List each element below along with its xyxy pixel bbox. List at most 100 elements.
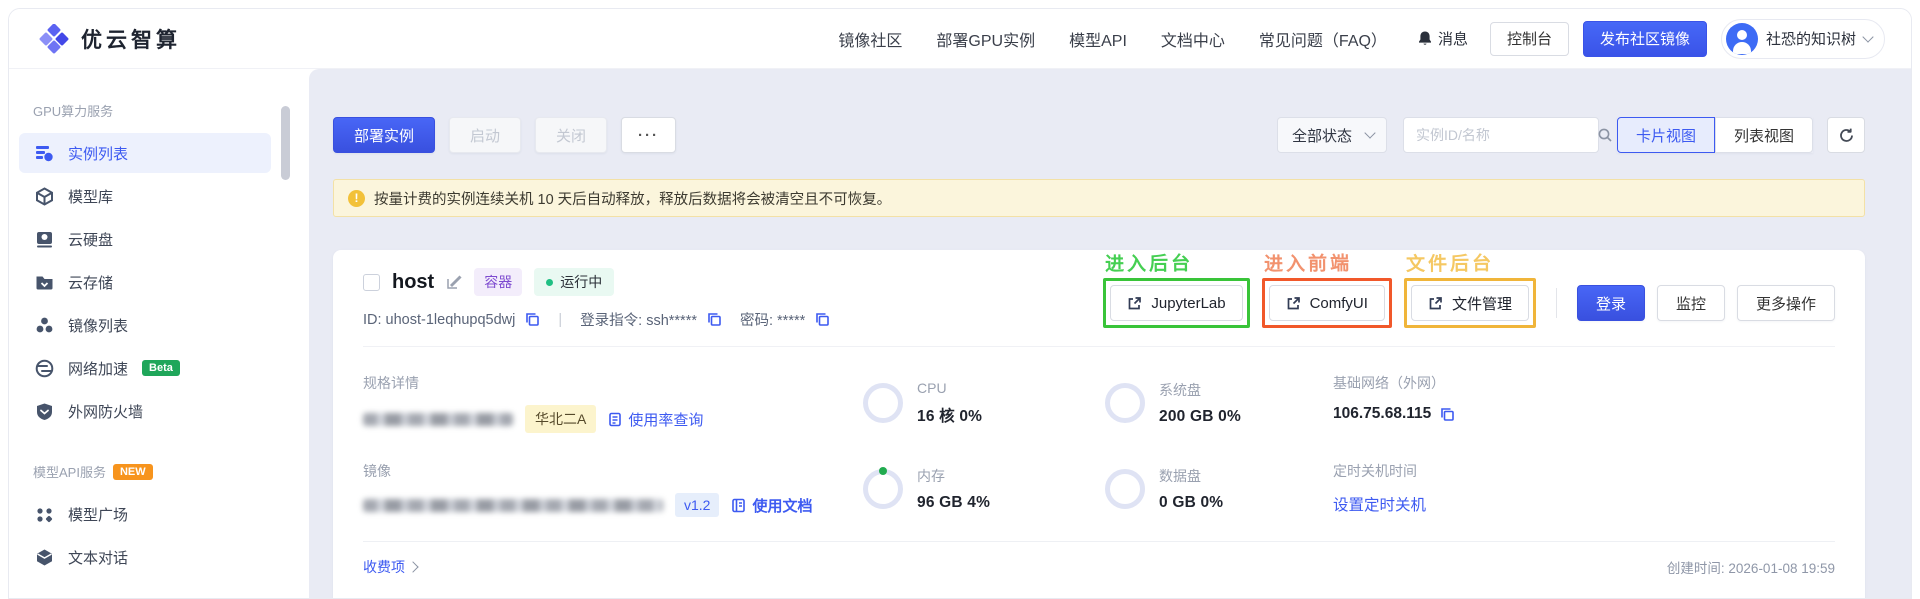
sidebar-item-label: 镜像列表 [68, 317, 129, 335]
file-manager-highlight-frame: 文件管理 [1403, 278, 1536, 328]
comfyui-highlight-frame: ComfyUI [1261, 278, 1392, 328]
nav-model-api[interactable]: 模型API [1069, 27, 1127, 51]
new-badge: NEW [112, 463, 153, 480]
messages-label: 消息 [1437, 31, 1468, 48]
set-shutdown-link[interactable]: 设置定时关机 [1333, 493, 1426, 515]
memory-usage-tick [879, 467, 887, 475]
fees-link[interactable]: 收费项 [363, 557, 419, 577]
chevron-right-icon [407, 561, 419, 573]
sidebar-item-instance-list[interactable]: 实例列表 [19, 133, 271, 173]
sidebar-item-model-plaza[interactable]: 模型广场 [19, 494, 271, 534]
login-button[interactable]: 登录 [1576, 285, 1645, 321]
status-filter-value: 全部状态 [1291, 127, 1352, 145]
file-manager-group: 文件后台 文件管理 [1403, 254, 1536, 328]
sidebar-item-image-list[interactable]: 镜像列表 [19, 305, 271, 345]
memory-metric: 内存 96 GB 4% [863, 461, 1105, 517]
sidebar-item-label: 云存储 [68, 274, 114, 292]
external-link-icon [1428, 296, 1443, 311]
cpu-usage-ring [863, 383, 903, 423]
messages-button[interactable]: 消息 [1417, 28, 1468, 49]
data-disk-ring [1105, 469, 1145, 509]
comfyui-group: 进入前端 ComfyUI [1261, 254, 1392, 328]
chevron-down-icon [1862, 30, 1874, 43]
created-time: 创建时间: 2026-01-08 19:59 [1666, 561, 1835, 576]
start-button[interactable]: 启动 [449, 117, 522, 153]
cpu-metric: CPU 16 核 0% [863, 373, 1105, 433]
sidebar-item-label: 外网防火墙 [68, 403, 144, 421]
copy-ip-icon[interactable] [1440, 407, 1455, 422]
memory-usage-ring [863, 467, 903, 509]
file-manager-button[interactable]: 文件管理 [1410, 285, 1529, 321]
more-operations-button[interactable]: 更多操作 [1736, 285, 1835, 321]
instance-name: host [392, 270, 435, 293]
nav-docs[interactable]: 文档中心 [1161, 27, 1225, 51]
username: 社恐的知识树 [1765, 31, 1856, 48]
usage-doc-link[interactable]: 使用文档 [731, 495, 812, 516]
instance-search [1402, 117, 1612, 153]
nav-faq[interactable]: 常见问题（FAQ） [1259, 27, 1387, 51]
nav-image-community[interactable]: 镜像社区 [838, 27, 902, 51]
sidebar-item-text-chat[interactable]: 文本对话 [19, 537, 271, 577]
sidebar-scrollbar-thumb[interactable] [281, 106, 290, 180]
brand-name: 优云智算 [81, 28, 181, 52]
status-filter-select[interactable]: 全部状态 [1276, 117, 1387, 153]
container-type-badge: 容器 [474, 268, 523, 296]
list-view-tab[interactable]: 列表视图 [1714, 117, 1813, 153]
system-disk-metric: 系统盘 200 GB 0% [1105, 373, 1333, 433]
copy-login-icon[interactable] [707, 312, 722, 327]
top-nav: 镜像社区 部署GPU实例 模型API 文档中心 常见问题（FAQ） [838, 27, 1387, 51]
sidebar: GPU算力服务 实例列表 模型库 云硬盘 云存储 镜像列表 网络加速 Beta … [9, 69, 309, 598]
more-actions-ellipsis-button[interactable]: ··· [621, 117, 677, 153]
network-acceleration-icon [35, 359, 54, 378]
edit-name-icon[interactable] [446, 274, 462, 290]
sidebar-item-label: 网络加速 [68, 360, 129, 378]
usage-query-link[interactable]: 使用率查询 [608, 409, 703, 430]
sidebar-item-network-acceleration[interactable]: 网络加速 Beta [19, 348, 271, 388]
text-chat-icon [35, 548, 54, 567]
scheduled-shutdown-cell: 定时关机时间 设置定时关机 [1333, 461, 1835, 517]
top-header: 优云智算 镜像社区 部署GPU实例 模型API 文档中心 常见问题（FAQ） 消… [9, 9, 1911, 69]
blurred-spec-text [363, 412, 513, 426]
instance-checkbox[interactable] [363, 273, 380, 291]
instance-toolbar: 部署实例 启动 关闭 ··· 全部状态 实例ID/名称 卡片视图 列表视图 [333, 117, 1865, 153]
deploy-instance-button[interactable]: 部署实例 [333, 117, 436, 153]
user-menu[interactable]: 社恐的知识树 [1720, 18, 1885, 59]
sidebar-item-firewall[interactable]: 外网防火墙 [19, 391, 271, 431]
nav-deploy-gpu[interactable]: 部署GPU实例 [936, 27, 1035, 51]
image-label: 镜像 [363, 463, 391, 479]
copy-password-icon[interactable] [815, 312, 830, 327]
annotation-enter-frontend: 进入前端 [1263, 253, 1352, 276]
version-badge: v1.2 [675, 493, 720, 517]
status-dot [546, 278, 554, 286]
status-badge: 运行中 [534, 268, 615, 296]
search-input[interactable] [1415, 127, 1597, 143]
avatar [1725, 22, 1758, 55]
brand-logo-icon [39, 23, 69, 54]
sidebar-item-cloud-disk[interactable]: 云硬盘 [19, 219, 271, 259]
model-plaza-icon [35, 505, 54, 524]
jupyterlab-button[interactable]: JupyterLab [1110, 285, 1243, 321]
annotation-file-backend: 文件后台 [1405, 253, 1495, 276]
card-footer: 收费项 创建时间: 2026-01-08 19:59 [363, 541, 1835, 597]
publish-image-button[interactable]: 发布社区镜像 [1582, 20, 1707, 57]
main-content: 部署实例 启动 关闭 ··· 全部状态 实例ID/名称 卡片视图 列表视图 ! … [309, 69, 1911, 598]
blurred-image-text [363, 498, 663, 512]
shutdown-label: 定时关机时间 [1333, 463, 1417, 479]
divider [1555, 288, 1557, 318]
stop-button[interactable]: 关闭 [535, 117, 608, 153]
copy-id-icon[interactable] [525, 312, 540, 327]
spec-cell: 规格详情 华北二A 使用率查询 [363, 373, 863, 433]
refresh-button[interactable] [1827, 117, 1865, 153]
model-library-icon [35, 186, 54, 206]
comfyui-button[interactable]: ComfyUI [1268, 285, 1385, 321]
sidebar-item-model-library[interactable]: 模型库 [19, 176, 271, 216]
external-link-icon [1127, 296, 1142, 311]
data-disk-metric: 数据盘 0 GB 0% [1105, 461, 1333, 517]
sidebar-item-cloud-storage[interactable]: 云存储 [19, 262, 271, 302]
card-view-tab[interactable]: 卡片视图 [1616, 117, 1715, 153]
divider [363, 346, 1835, 347]
sidebar-item-label: 模型广场 [68, 506, 129, 524]
console-button[interactable]: 控制台 [1489, 21, 1569, 56]
warning-text: 按量计费的实例连续关机 10 天后自动释放，释放后数据将会被清空且不可恢复。 [374, 191, 892, 208]
monitor-button[interactable]: 监控 [1656, 285, 1725, 321]
